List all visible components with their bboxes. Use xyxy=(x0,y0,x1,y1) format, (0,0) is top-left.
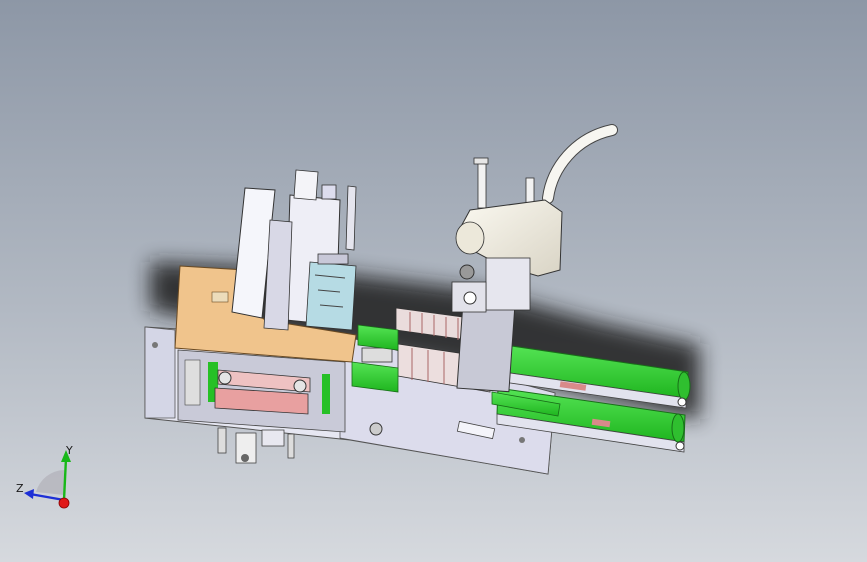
cad-viewport[interactable]: Y Z xyxy=(0,0,867,562)
assembly-model[interactable]: Y Z xyxy=(0,0,867,562)
z-axis-line xyxy=(29,492,65,502)
y-axis-label: Y xyxy=(65,444,73,457)
y-axis-line xyxy=(62,457,68,501)
axis-triad: Y Z xyxy=(16,444,73,509)
z-axis-arrow-icon xyxy=(24,489,34,499)
lower-cavity[interactable] xyxy=(177,349,346,433)
z-axis-label: Z xyxy=(16,482,24,495)
press-tower[interactable] xyxy=(231,169,357,331)
support-legs xyxy=(217,427,295,464)
x-axis-dot-icon xyxy=(58,497,70,509)
